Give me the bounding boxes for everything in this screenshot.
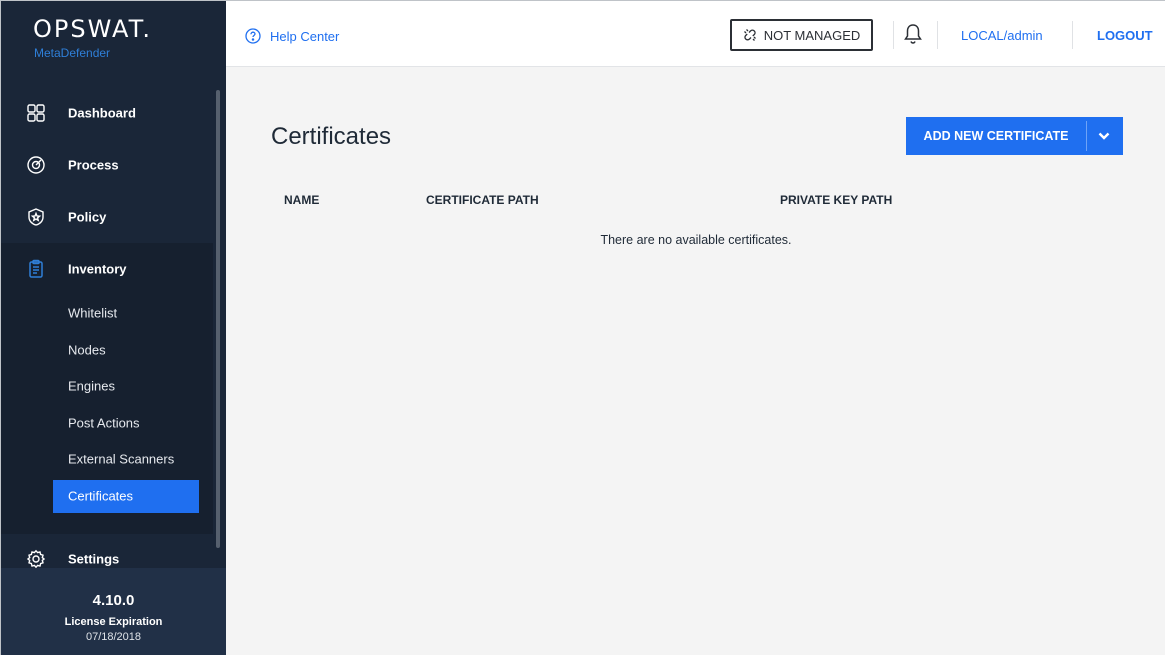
main-content: Certificates ADD NEW CERTIFICATE NAME CE… bbox=[226, 67, 1165, 655]
divider bbox=[1072, 21, 1073, 49]
subnav-item-label: Engines bbox=[68, 378, 115, 394]
inventory-group: Inventory Whitelist Nodes Engines Post A… bbox=[1, 243, 213, 534]
top-bar: Help Center NOT MANAGED LOCAL/admin LOGO… bbox=[226, 1, 1165, 67]
brand[interactable]: OPSWAT. MetaDefender bbox=[1, 1, 226, 67]
sidebar-item-label: Dashboard bbox=[68, 105, 136, 121]
version-label: 4.10.0 bbox=[92, 592, 135, 609]
subnav-item-label: Post Actions bbox=[68, 415, 140, 431]
sidebar-item-dashboard[interactable]: Dashboard bbox=[1, 87, 213, 139]
subnav-item-post-actions[interactable]: Post Actions bbox=[1, 405, 213, 442]
clipboard-icon bbox=[29, 259, 43, 278]
broken-link-icon bbox=[743, 29, 756, 41]
help-center-link[interactable]: Help Center bbox=[245, 28, 339, 44]
gear-icon bbox=[26, 549, 46, 569]
sidebar: OPSWAT. MetaDefender Dashboard Process P… bbox=[1, 1, 226, 655]
shield-star-icon bbox=[28, 208, 44, 226]
page-title: Certificates bbox=[271, 123, 392, 150]
help-circle-icon bbox=[245, 28, 261, 44]
add-new-certificate-label: ADD NEW CERTIFICATE bbox=[923, 129, 1069, 143]
sidebar-item-process[interactable]: Process bbox=[1, 139, 213, 191]
brand-product: MetaDefender bbox=[34, 46, 111, 60]
sidebar-footer: 4.10.0 License Expiration 07/18/2018 bbox=[1, 568, 226, 655]
divider bbox=[893, 21, 894, 49]
sidebar-nav: Dashboard Process Policy Inventory White… bbox=[1, 87, 213, 534]
sidebar-item-label: Settings bbox=[68, 551, 120, 567]
subnav-item-engines[interactable]: Engines bbox=[1, 368, 213, 405]
subnav-item-external-scanners[interactable]: External Scanners bbox=[1, 441, 213, 478]
subnav-item-nodes[interactable]: Nodes bbox=[1, 332, 213, 369]
column-header-name[interactable]: NAME bbox=[284, 193, 319, 207]
not-managed-button[interactable]: NOT MANAGED bbox=[730, 19, 873, 51]
add-new-certificate-button[interactable]: ADD NEW CERTIFICATE bbox=[906, 117, 1123, 155]
subnav-item-whitelist[interactable]: Whitelist bbox=[1, 295, 213, 332]
user-account-link[interactable]: LOCAL/admin bbox=[961, 28, 1043, 43]
bell-icon[interactable] bbox=[903, 23, 923, 45]
sidebar-scrollbar[interactable] bbox=[216, 90, 220, 548]
sidebar-item-policy[interactable]: Policy bbox=[1, 191, 213, 243]
column-header-private-key-path[interactable]: PRIVATE KEY PATH bbox=[780, 193, 892, 207]
subnav-item-label: Whitelist bbox=[68, 305, 118, 321]
sidebar-item-label: Inventory bbox=[68, 261, 127, 277]
empty-state-message: There are no available certificates. bbox=[600, 233, 792, 247]
license-expiration-label: License Expiration bbox=[64, 616, 163, 628]
sidebar-item-label: Process bbox=[68, 157, 119, 173]
subnav-item-label: Nodes bbox=[68, 342, 106, 358]
divider bbox=[937, 21, 938, 49]
license-expiration-date: 07/18/2018 bbox=[85, 631, 142, 643]
button-divider bbox=[1086, 121, 1087, 151]
help-center-label: Help Center bbox=[270, 28, 340, 44]
not-managed-label: NOT MANAGED bbox=[763, 27, 861, 43]
target-icon bbox=[27, 156, 45, 174]
chevron-down-icon[interactable] bbox=[1096, 129, 1112, 143]
sidebar-item-label: Policy bbox=[68, 209, 107, 225]
sidebar-item-inventory[interactable]: Inventory bbox=[1, 243, 213, 295]
subnav-item-label: Certificates bbox=[68, 488, 134, 504]
inventory-subnav: Whitelist Nodes Engines Post Actions Ext… bbox=[1, 295, 213, 534]
logout-link[interactable]: LOGOUT bbox=[1097, 28, 1153, 43]
column-header-certificate-path[interactable]: CERTIFICATE PATH bbox=[426, 193, 539, 207]
subnav-item-label: External Scanners bbox=[68, 451, 175, 467]
brand-logo: OPSWAT. bbox=[33, 15, 153, 43]
subnav-item-certificates[interactable]: Certificates bbox=[1, 478, 213, 515]
dashboard-grid-icon bbox=[27, 104, 45, 122]
